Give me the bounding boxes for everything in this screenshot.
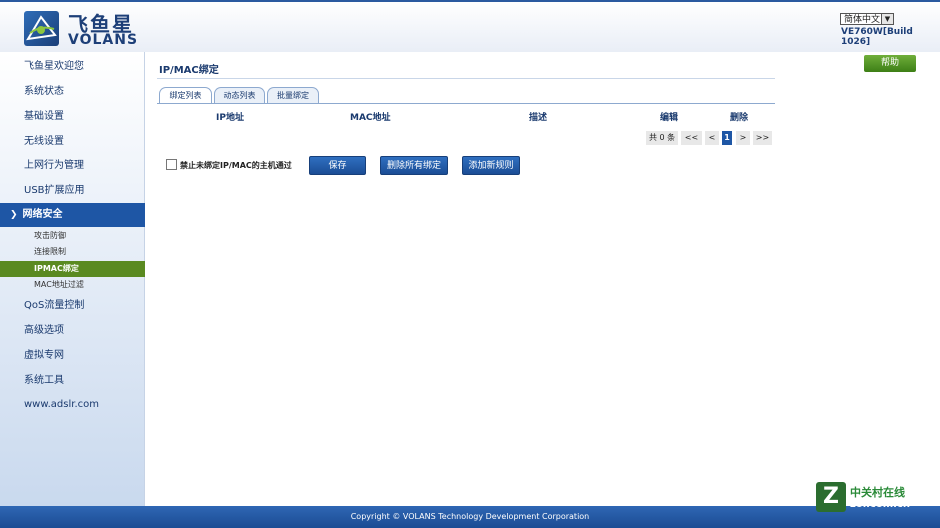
sidebar-item-basic-settings[interactable]: 基础设置 xyxy=(0,106,145,128)
tab-divider xyxy=(157,103,775,104)
double-chevron-down-icon: ❯ xyxy=(10,210,18,220)
watermark-text-cn: 中关村在线 xyxy=(850,486,905,499)
sidebar-subitem-attack-defense[interactable]: 攻击防御 xyxy=(0,228,145,244)
block-unbound-label: 禁止未绑定IP/MAC的主机通过 xyxy=(180,161,292,170)
sidebar: 飞鱼星欢迎您 系统状态 基础设置 无线设置 上网行为管理 USB扩展应用 ❯ 网络… xyxy=(0,52,145,506)
volans-logo-icon xyxy=(24,11,59,46)
title-divider xyxy=(157,78,775,79)
sidebar-item-usb[interactable]: USB扩展应用 xyxy=(0,180,145,202)
pager-count: 共 0 条 xyxy=(646,131,679,145)
header: 飞鱼星 VOLANS 简体中文 ▼ VE760W[Build 1026] xyxy=(0,0,940,52)
page-title: IP/MAC绑定 xyxy=(159,65,219,76)
tab-batch-binding[interactable]: 批量绑定 xyxy=(267,87,319,103)
sidebar-item-qos[interactable]: QoS流量控制 xyxy=(0,295,145,317)
pager-first-button[interactable]: << xyxy=(681,131,702,145)
logo-text-en: VOLANS xyxy=(68,32,139,48)
pager-prev-button[interactable]: < xyxy=(705,131,719,145)
pager-current-page[interactable]: 1 xyxy=(722,131,732,145)
column-header-ip: IP地址 xyxy=(216,113,244,123)
language-select[interactable]: 简体中文 ▼ xyxy=(840,13,894,25)
block-unbound-checkbox[interactable] xyxy=(166,159,177,170)
sidebar-subitem-ipmac-binding[interactable]: IPMAC绑定 xyxy=(0,261,145,277)
column-header-description: 描述 xyxy=(529,113,548,123)
sidebar-item-website-link[interactable]: www.adslr.com xyxy=(0,394,145,416)
sidebar-item-label: 网络安全 xyxy=(22,209,63,220)
save-button[interactable]: 保存 xyxy=(309,156,366,175)
pager-last-button[interactable]: >> xyxy=(753,131,772,145)
firmware-version: VE760W[Build 1026] xyxy=(841,27,913,47)
add-rule-button[interactable]: 添加新规则 xyxy=(462,156,520,175)
sidebar-item-vpn[interactable]: 虚拟专网 xyxy=(0,345,145,367)
sidebar-item-system-status[interactable]: 系统状态 xyxy=(0,81,145,103)
watermark-text-en: zol.com.cn xyxy=(850,499,910,510)
pager-next-button[interactable]: > xyxy=(736,131,750,145)
language-select-value: 简体中文 xyxy=(844,15,881,25)
sidebar-item-wireless[interactable]: 无线设置 xyxy=(0,131,145,153)
chevron-down-icon[interactable]: ▼ xyxy=(881,14,893,24)
delete-all-bindings-button[interactable]: 删除所有绑定 xyxy=(380,156,448,175)
zol-logo-icon: Z xyxy=(816,482,846,512)
column-header-delete: 删除 xyxy=(730,113,749,123)
sidebar-subitem-mac-filter[interactable]: MAC地址过滤 xyxy=(0,277,145,293)
sidebar-item-network-security[interactable]: ❯ 网络安全 xyxy=(0,203,145,227)
column-header-edit: 编辑 xyxy=(660,113,679,123)
tab-dynamic-list[interactable]: 动态列表 xyxy=(214,87,265,103)
column-header-mac: MAC地址 xyxy=(350,113,391,123)
zol-watermark: Z 中关村在线 zol.com.cn xyxy=(816,482,940,514)
sidebar-item-system-tools[interactable]: 系统工具 xyxy=(0,370,145,392)
footer: Copyright © VOLANS Technology Developmen… xyxy=(0,506,940,528)
sidebar-item-advanced[interactable]: 高级选项 xyxy=(0,320,145,342)
help-button[interactable]: 帮助 xyxy=(864,55,916,72)
sidebar-item-behavior-management[interactable]: 上网行为管理 xyxy=(0,155,145,177)
tab-binding-list[interactable]: 绑定列表 xyxy=(159,87,212,104)
sidebar-item-welcome[interactable]: 飞鱼星欢迎您 xyxy=(0,56,145,78)
sidebar-subitem-connection-limit[interactable]: 连接限制 xyxy=(0,244,145,260)
